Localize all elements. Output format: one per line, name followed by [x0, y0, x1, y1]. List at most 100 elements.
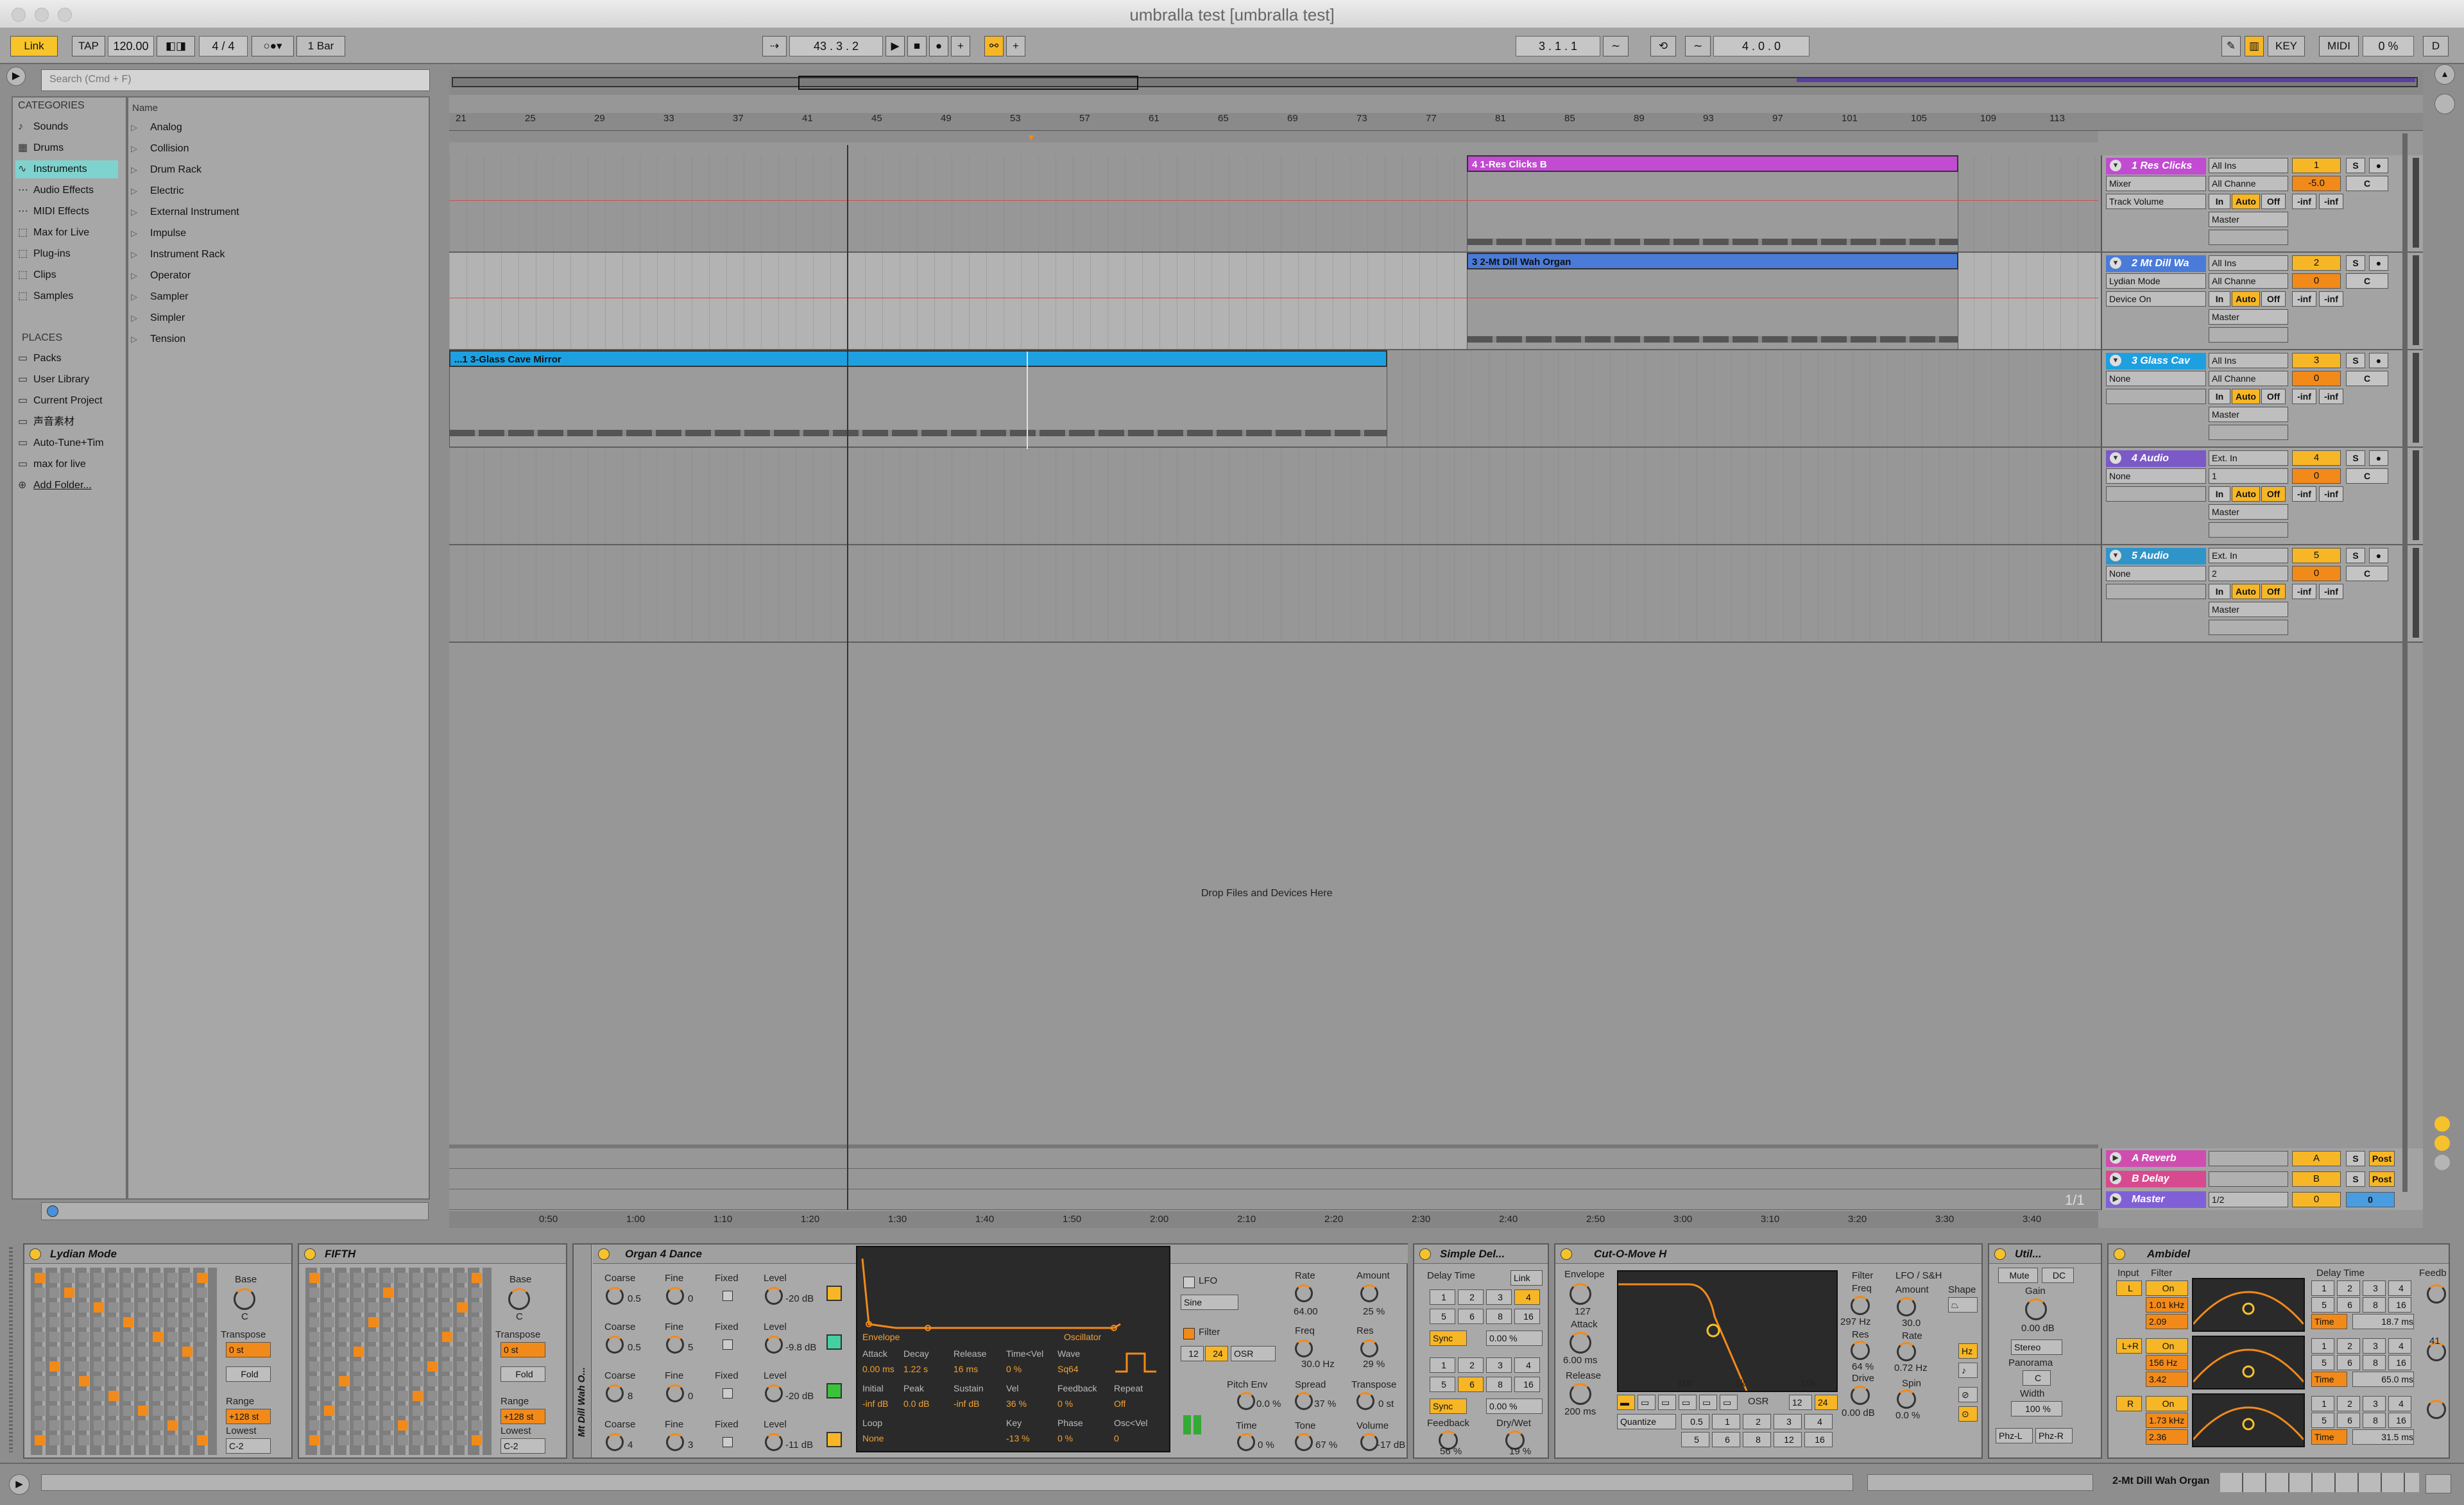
grid-cell[interactable] — [197, 1288, 207, 1298]
level-knob[interactable] — [765, 1384, 783, 1402]
grid-cell[interactable] — [49, 1435, 60, 1445]
filter-12-button[interactable]: 12 — [1789, 1395, 1812, 1410]
filter-curve-display[interactable] — [2192, 1278, 2305, 1332]
grid-cell[interactable] — [64, 1406, 74, 1416]
grid-cell[interactable] — [153, 1361, 163, 1372]
channel-on-button[interactable]: On — [2146, 1280, 2188, 1296]
category-instruments[interactable]: ∿ Instruments — [15, 160, 118, 178]
grid-cell[interactable] — [197, 1302, 207, 1313]
filter-q-field[interactable]: 3.42 — [2146, 1372, 2188, 1387]
grid-cell[interactable] — [49, 1317, 60, 1327]
initial-value[interactable]: -inf dB — [862, 1399, 888, 1409]
grid-cell[interactable] — [49, 1347, 60, 1357]
release-value[interactable]: 16 ms — [954, 1364, 978, 1374]
grid-cell[interactable] — [413, 1288, 423, 1298]
grid-cell[interactable] — [153, 1420, 163, 1431]
grid-cell[interactable] — [383, 1406, 393, 1416]
grid-cell[interactable] — [309, 1420, 320, 1431]
grid-cell[interactable] — [427, 1302, 438, 1313]
rate-knob[interactable] — [1897, 1342, 1916, 1361]
filter-curve-display[interactable] — [2192, 1393, 2305, 1447]
grid-cell[interactable] — [79, 1376, 89, 1386]
grid-cell[interactable] — [309, 1332, 320, 1342]
grid-cell[interactable] — [123, 1420, 133, 1431]
loop-button[interactable]: ⟲ — [1650, 36, 1676, 56]
device-chooser[interactable]: None — [2106, 371, 2206, 386]
phase-value[interactable]: 0 % — [1057, 1433, 1073, 1443]
grid-cell[interactable] — [457, 1332, 467, 1342]
quantize-step[interactable]: 8 — [1743, 1432, 1771, 1447]
return-name[interactable]: ▶ Master — [2106, 1191, 2206, 1208]
grid-cell[interactable] — [123, 1406, 133, 1416]
filter-type-button[interactable]: ▭ — [1699, 1395, 1717, 1410]
coarse-knob[interactable] — [606, 1384, 624, 1402]
grid-cell[interactable] — [35, 1406, 45, 1416]
category-max-for-live[interactable]: ⬚ Max for Live — [18, 224, 121, 242]
envelope-knob[interactable] — [1570, 1283, 1591, 1305]
grid-cell[interactable] — [427, 1391, 438, 1401]
peak-value[interactable]: 0.0 dB — [903, 1399, 929, 1409]
grid-cell[interactable] — [153, 1288, 163, 1298]
grid-cell[interactable] — [35, 1288, 45, 1298]
delay-r-step[interactable]: 5 — [1430, 1377, 1455, 1392]
input-type-select[interactable]: All Ins — [2209, 353, 2288, 368]
grid-cell[interactable] — [398, 1361, 408, 1372]
grid-cell[interactable] — [457, 1273, 467, 1283]
amount-knob[interactable] — [1360, 1284, 1378, 1302]
clip[interactable]: ...1 3-Glass Cave Mirror — [449, 350, 1387, 367]
grid-cell[interactable] — [413, 1361, 423, 1372]
track-activator[interactable]: B — [2292, 1171, 2341, 1187]
output-channel-select[interactable] — [2209, 327, 2288, 343]
grid-cell[interactable] — [108, 1288, 119, 1298]
width-field[interactable]: 100 % — [2011, 1401, 2062, 1416]
pan-field[interactable]: C — [2346, 273, 2388, 289]
transpose-field[interactable]: 0 st — [226, 1342, 271, 1357]
grid-cell[interactable] — [398, 1376, 408, 1386]
note-grid[interactable] — [305, 1268, 492, 1455]
quantize-step[interactable]: 6 — [1712, 1432, 1740, 1447]
grid-cell[interactable] — [153, 1435, 163, 1445]
grid-cell[interactable] — [427, 1332, 438, 1342]
grid-cell[interactable] — [309, 1302, 320, 1313]
delay-r-step[interactable]: 4 — [1514, 1357, 1540, 1373]
pan-field[interactable]: C — [2346, 566, 2388, 581]
grid-cell[interactable] — [457, 1420, 467, 1431]
arm-button[interactable]: ● — [2369, 353, 2388, 368]
level-knob[interactable] — [765, 1433, 783, 1451]
track-activator[interactable]: 2 — [2292, 255, 2341, 271]
grid-cell[interactable] — [427, 1317, 438, 1327]
operator-toggle[interactable] — [826, 1334, 842, 1350]
delay-step[interactable]: 3 — [2363, 1338, 2386, 1354]
grid-cell[interactable] — [413, 1317, 423, 1327]
grid-cell[interactable] — [368, 1420, 379, 1431]
grid-cell[interactable] — [383, 1273, 393, 1283]
grid-cell[interactable] — [472, 1288, 482, 1298]
pan-field[interactable]: C — [2346, 371, 2388, 386]
grid-cell[interactable] — [64, 1361, 74, 1372]
track-lane[interactable] — [449, 545, 2098, 642]
device-power-icon[interactable] — [30, 1248, 41, 1260]
grid-cell[interactable] — [94, 1347, 104, 1357]
grid-cell[interactable] — [442, 1317, 452, 1327]
fold-track-icon[interactable]: ▼ — [2110, 355, 2121, 366]
link-button[interactable]: Link — [10, 36, 58, 56]
pan-field[interactable]: C — [2346, 176, 2388, 191]
grid-cell[interactable] — [413, 1435, 423, 1445]
info-view-toggle[interactable]: ▶ — [9, 1474, 30, 1495]
grid-cell[interactable] — [472, 1302, 482, 1313]
grid-cell[interactable] — [94, 1361, 104, 1372]
grid-cell[interactable] — [472, 1361, 482, 1372]
freq-knob[interactable] — [1295, 1339, 1313, 1357]
grid-cell[interactable] — [427, 1273, 438, 1283]
stop-button[interactable]: ■ — [907, 36, 927, 56]
level-knob[interactable] — [765, 1287, 783, 1305]
solo-button[interactable]: S — [2346, 1151, 2365, 1166]
grid-cell[interactable] — [167, 1391, 178, 1401]
browser-item[interactable]: ▷ Operator — [131, 265, 191, 286]
grid-cell[interactable] — [354, 1420, 364, 1431]
monitor-off-button[interactable]: Off — [2261, 584, 2286, 599]
grid-cell[interactable] — [354, 1302, 364, 1313]
grid-cell[interactable] — [94, 1288, 104, 1298]
expand-track-icon[interactable]: ▶ — [2110, 1152, 2121, 1164]
retrigger-button[interactable]: ⊙ — [1958, 1406, 1978, 1422]
